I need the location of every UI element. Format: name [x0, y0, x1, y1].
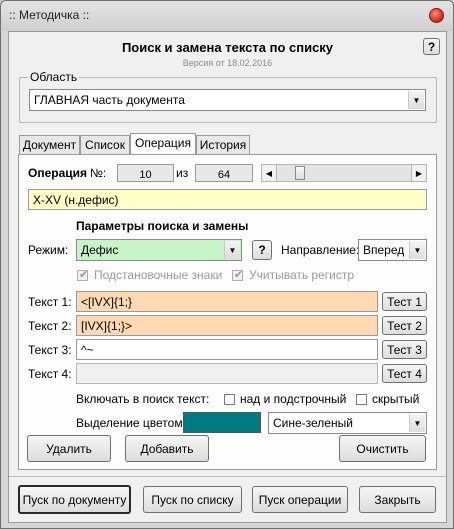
scope-select[interactable]: ГЛАВНАЯ часть документа ▼: [29, 89, 426, 111]
scope-group-label: Область: [28, 70, 80, 84]
text3-input[interactable]: ^~: [76, 339, 378, 360]
direction-label: Направление:: [281, 243, 360, 257]
chevron-down-icon: ▼: [409, 414, 425, 432]
scroll-right-icon[interactable]: ▶: [411, 165, 426, 181]
highlight-color-value: Сине-зеленый: [273, 416, 353, 430]
test1-button[interactable]: Тест 1: [382, 292, 427, 311]
scroll-left-icon[interactable]: ◀: [262, 165, 277, 181]
tab-history[interactable]: История: [196, 135, 250, 154]
clear-button[interactable]: Очистить: [339, 435, 426, 462]
main-window: :: Методичка :: Поиск и замена текста по…: [0, 0, 454, 529]
close-window-button[interactable]: [429, 8, 444, 23]
mode-select[interactable]: Дефис ▼: [76, 239, 242, 261]
superscript-label: над и подстрочный: [240, 392, 347, 406]
run-document-button[interactable]: Пуск по документу: [18, 485, 131, 514]
chevron-down-icon: ▼: [408, 91, 424, 109]
operation-name-field[interactable]: X-XV (н.дефис): [28, 189, 427, 210]
add-button[interactable]: Добавить: [125, 435, 209, 462]
operation-current-field: 10: [117, 164, 174, 182]
operation-panel: Операция №: 10 из 64 ◀ ▶ X-XV (н.дефис) …: [18, 154, 437, 470]
match-case-checkbox[interactable]: ✔: [232, 269, 244, 281]
test2-button[interactable]: Тест 2: [382, 316, 427, 335]
scroll-thumb[interactable]: [295, 166, 305, 180]
text1-input[interactable]: <[IVX]{1;}: [76, 291, 378, 312]
delete-button[interactable]: Удалить: [27, 435, 111, 462]
include-label: Включать в поиск текст:: [76, 392, 210, 406]
checkmark-icon: ✔: [79, 269, 89, 281]
mode-help-button[interactable]: ?: [252, 240, 272, 260]
text4-label: Текст 4:: [28, 367, 72, 381]
operation-number-label: №:: [90, 166, 107, 180]
text1-value: <[IVX]{1;}: [81, 295, 133, 309]
checkmark-icon: ✔: [234, 269, 244, 281]
tab-list[interactable]: Список: [80, 135, 130, 154]
footer-divider: [9, 476, 446, 477]
version-label: Версия от 18.02.2016: [182, 58, 273, 68]
dialog-body: Поиск и замена текста по списку Версия о…: [8, 31, 447, 523]
test3-button[interactable]: Тест 3: [382, 340, 427, 359]
operation-total-field: 64: [195, 164, 253, 182]
operation-label: Операция: [28, 166, 88, 180]
hidden-checkbox[interactable]: [356, 394, 367, 405]
dialog-title: Поиск и замена текста по списку: [121, 40, 334, 55]
highlight-color-select[interactable]: Сине-зеленый ▼: [268, 412, 427, 434]
wildcards-label: Подстановочные знаки: [94, 268, 223, 282]
mode-label: Режим:: [28, 243, 69, 257]
tab-operation[interactable]: Операция: [130, 133, 196, 155]
superscript-checkbox[interactable]: [224, 394, 235, 405]
text3-label: Текст 3:: [28, 343, 72, 357]
scope-select-value: ГЛАВНАЯ часть документа: [34, 93, 185, 107]
text2-value: [IVX]{1;}>: [81, 319, 133, 333]
hidden-label: скрытый: [372, 392, 420, 406]
title-bar[interactable]: :: Методичка ::: [1, 1, 453, 31]
test4-button[interactable]: Тест 4: [382, 364, 427, 383]
text1-label: Текст 1:: [28, 295, 72, 309]
text4-input[interactable]: [76, 363, 378, 384]
direction-select-value: Вперед: [363, 243, 405, 257]
close-button[interactable]: Закрыть: [359, 486, 436, 513]
highlight-label: Выделение цветом:: [76, 416, 186, 430]
text3-value: ^~: [81, 343, 94, 357]
window-title: :: Методичка ::: [9, 8, 90, 22]
operation-name-value: X-XV (н.дефис): [33, 193, 119, 207]
text2-label: Текст 2:: [28, 319, 72, 333]
match-case-label: Учитывать регистр: [249, 268, 355, 282]
tab-document[interactable]: Документ: [19, 135, 80, 154]
operation-current-value: 10: [139, 169, 152, 181]
run-list-button[interactable]: Пуск по списку: [143, 486, 242, 513]
text2-input[interactable]: [IVX]{1;}>: [76, 315, 378, 336]
highlight-color-swatch[interactable]: [183, 412, 261, 433]
wildcards-checkbox[interactable]: ✔: [77, 269, 89, 281]
operation-scrollbar[interactable]: ◀ ▶: [261, 164, 427, 182]
operation-total-value: 64: [217, 169, 231, 181]
direction-select[interactable]: Вперед ▼: [358, 239, 427, 261]
chevron-down-icon: ▼: [224, 241, 240, 259]
run-operation-button[interactable]: Пуск операции: [252, 486, 348, 513]
operation-of-label: из: [176, 166, 189, 180]
chevron-down-icon: ▼: [409, 241, 425, 259]
mode-select-value: Дефис: [81, 243, 119, 257]
help-button[interactable]: ?: [423, 38, 440, 55]
params-title: Параметры поиска и замены: [76, 219, 249, 233]
